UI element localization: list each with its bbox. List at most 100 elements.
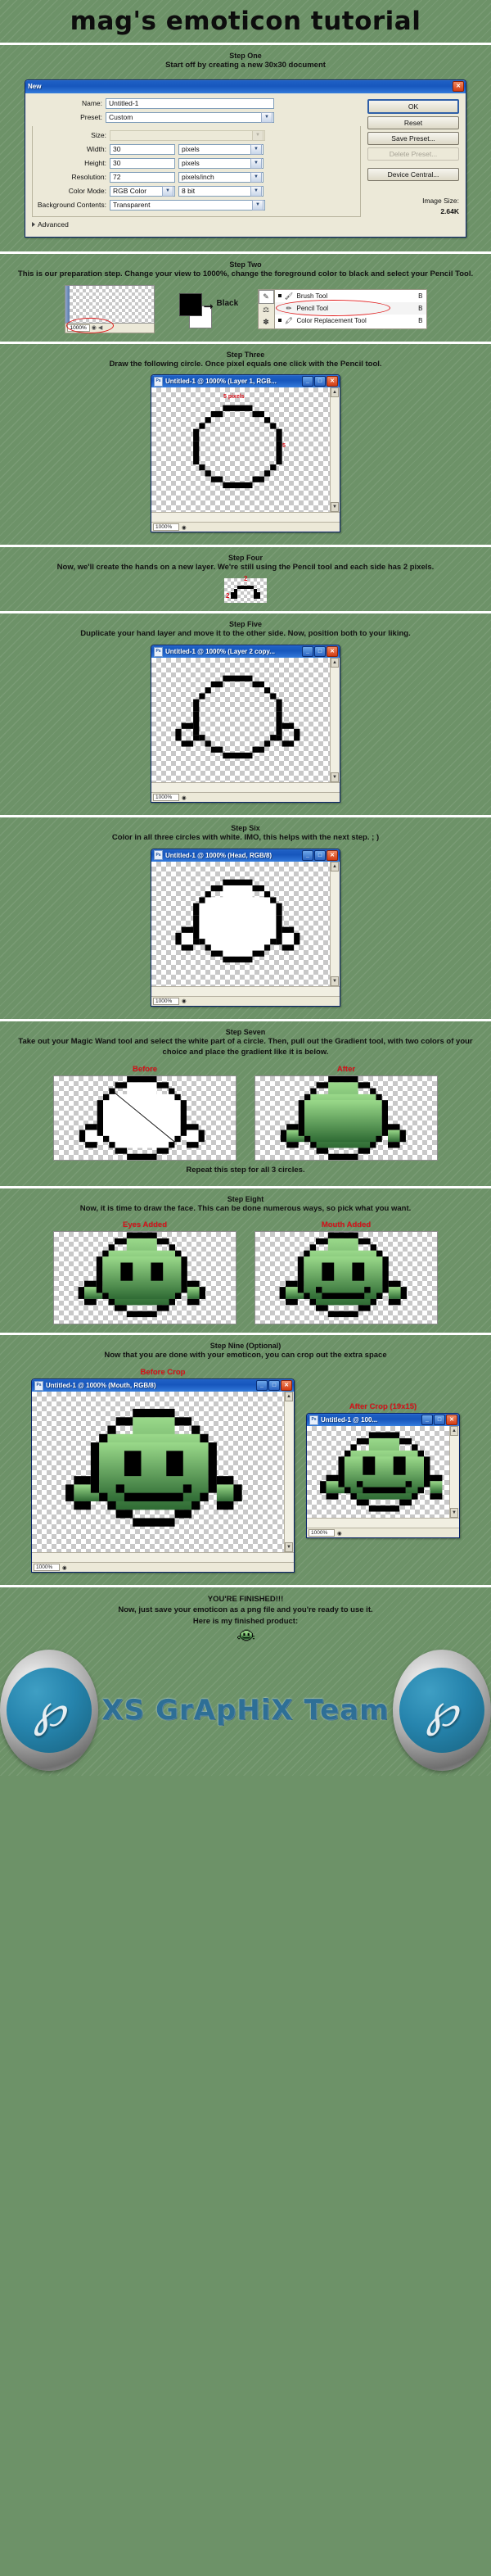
toolbar-column: ✎ ⚖ ✽	[257, 288, 274, 329]
ok-button[interactable]: OK	[367, 98, 459, 114]
step-description: Now that you are done with your emoticon…	[104, 1351, 387, 1360]
maximize-icon[interactable]: □	[434, 1415, 445, 1426]
vertical-scrollbar[interactable]: ▲ ▼	[449, 1426, 458, 1519]
height-unit-select[interactable]: pixels ▼	[178, 157, 264, 169]
chevron-down-icon[interactable]: ▼	[331, 502, 339, 513]
canvas-area[interactable]	[151, 861, 330, 986]
chevron-down-icon[interactable]: ▼	[250, 171, 262, 183]
chevron-up-icon[interactable]: ▲	[331, 658, 339, 668]
chevron-up-icon[interactable]: ▲	[450, 1426, 458, 1437]
before-image	[53, 1075, 236, 1161]
color-mode-select[interactable]: RGB Color ▼	[110, 185, 175, 197]
preset-select[interactable]: Custom ▼	[106, 111, 274, 123]
chevron-up-icon[interactable]: ▲	[331, 387, 339, 398]
width-input[interactable]: 30	[110, 143, 175, 155]
chevron-down-icon[interactable]: ▼	[250, 143, 262, 155]
minimize-icon[interactable]: _	[302, 646, 313, 658]
history-brush-icon[interactable]: ✽	[259, 316, 274, 328]
close-icon[interactable]: ✕	[453, 81, 464, 93]
horizontal-scrollbar[interactable]	[151, 782, 340, 793]
minimize-icon[interactable]: _	[302, 849, 313, 861]
reset-button[interactable]: Reset	[367, 115, 459, 129]
menu-item-pencil-tool[interactable]: ✏ Pencil Tool B	[274, 301, 426, 315]
maximize-icon[interactable]: □	[268, 1380, 280, 1392]
vertical-scrollbar[interactable]: ▲ ▼	[330, 658, 339, 783]
minimize-icon[interactable]: _	[256, 1380, 268, 1392]
chevron-down-icon[interactable]: ▼	[250, 185, 262, 197]
canvas-area[interactable]: 5 pixels 5	[151, 387, 330, 513]
name-input[interactable]: Untitled-1	[106, 97, 274, 109]
chevron-down-icon[interactable]: ▼	[450, 1508, 458, 1519]
foreground-color-swatch[interactable]	[178, 293, 202, 317]
device-central-button[interactable]: Device Central...	[367, 167, 459, 181]
mouth-pixel-art	[279, 1232, 407, 1318]
chevron-up-icon[interactable]: ▲	[285, 1392, 293, 1402]
document-body: ▲ ▼	[32, 1392, 294, 1553]
zoom-input[interactable]: 1000%	[66, 324, 90, 332]
menu-item-brush-tool[interactable]: 🖌 Brush Tool B	[275, 290, 426, 302]
canvas-area[interactable]	[307, 1426, 449, 1519]
after-crop-label: After Crop (19x15)	[349, 1402, 417, 1412]
section-step-eight: Step Eight Now, it is time to draw the f…	[0, 1188, 491, 1336]
resolution-unit-select[interactable]: pixels/inch ▼	[178, 171, 264, 183]
vertical-scrollbar[interactable]: ▲ ▼	[330, 387, 339, 513]
chevron-up-icon[interactable]: ▲	[331, 861, 339, 871]
preset-label: Preset:	[80, 113, 102, 122]
zoom-input[interactable]: 1000%	[153, 997, 179, 1005]
zoom-input[interactable]: 1000%	[153, 523, 179, 532]
close-icon[interactable]: ✕	[281, 1380, 292, 1392]
maximize-icon[interactable]: □	[314, 849, 326, 861]
close-icon[interactable]: ✕	[327, 849, 338, 861]
document-body: ▲ ▼	[151, 861, 340, 986]
document-statusbar: 1000% ◉	[151, 522, 340, 532]
close-icon[interactable]: ✕	[327, 646, 338, 658]
chevron-down-icon: ▼	[252, 129, 264, 141]
arrow-right-icon: ➞	[203, 300, 214, 315]
background-contents-select[interactable]: Transparent ▼	[110, 199, 265, 211]
horizontal-scrollbar[interactable]	[307, 1518, 459, 1528]
horizontal-scrollbar[interactable]	[32, 1552, 294, 1563]
brush-tool-icon[interactable]: ✎	[258, 289, 274, 304]
color-replacement-icon: 🖍	[284, 316, 294, 324]
after-label: After	[336, 1064, 356, 1074]
menu-item-color-replacement-tool[interactable]: 🖍 Color Replacement Tool B	[275, 315, 426, 327]
canvas-area[interactable]	[151, 658, 330, 783]
color-depth-select[interactable]: 8 bit ▼	[178, 185, 264, 197]
close-icon[interactable]: ✕	[446, 1415, 457, 1426]
chevron-down-icon[interactable]: ▼	[331, 976, 339, 986]
size-select: ▼	[110, 129, 265, 141]
window-buttons: _ □ ✕	[302, 849, 338, 861]
maximize-icon[interactable]: □	[314, 646, 326, 658]
window-titlebar: Ps Untitled-1 @ 100... _ □ ✕	[307, 1414, 459, 1427]
horizontal-scrollbar[interactable]	[151, 985, 340, 996]
zoom-input[interactable]: 1000%	[309, 1529, 335, 1537]
height-input[interactable]: 30	[110, 157, 175, 169]
dialog-fields: Name: Untitled-1 Preset: Custom ▼ Size:	[32, 97, 361, 229]
maximize-icon[interactable]: □	[314, 376, 326, 387]
step-title: Step Four	[228, 554, 263, 563]
width-unit-select[interactable]: pixels ▼	[178, 143, 264, 155]
chevron-down-icon[interactable]: ▼	[252, 199, 264, 211]
clone-stamp-icon[interactable]: ⚖	[259, 304, 274, 316]
chevron-down-icon[interactable]: ▼	[331, 772, 339, 783]
advanced-disclosure[interactable]: Advanced	[32, 220, 361, 229]
horizontal-scrollbar[interactable]	[151, 512, 340, 523]
chevron-right-icon	[32, 221, 35, 227]
chevron-down-icon[interactable]: ▼	[162, 185, 173, 197]
chevron-down-icon[interactable]: ▼	[250, 157, 262, 169]
vertical-scrollbar[interactable]: ▲ ▼	[284, 1392, 293, 1553]
close-icon[interactable]: ✕	[327, 376, 338, 387]
zoom-input[interactable]: 1000%	[153, 794, 179, 802]
canvas-area[interactable]	[32, 1392, 284, 1553]
finished-line-3: Here is my finished product:	[192, 1616, 299, 1626]
brand-name: XS GrApHiX Team	[101, 1694, 390, 1727]
chevron-down-icon[interactable]: ▼	[285, 1542, 293, 1553]
vertical-scrollbar[interactable]: ▲ ▼	[330, 861, 339, 986]
chevron-left-icon[interactable]: ◀	[98, 324, 102, 331]
minimize-icon[interactable]: _	[302, 376, 313, 387]
chevron-down-icon[interactable]: ▼	[261, 111, 273, 123]
minimize-icon[interactable]: _	[421, 1415, 433, 1426]
save-preset-button[interactable]: Save Preset...	[367, 131, 459, 145]
zoom-input[interactable]: 1000%	[34, 1564, 60, 1572]
resolution-input[interactable]: 72	[110, 171, 175, 183]
